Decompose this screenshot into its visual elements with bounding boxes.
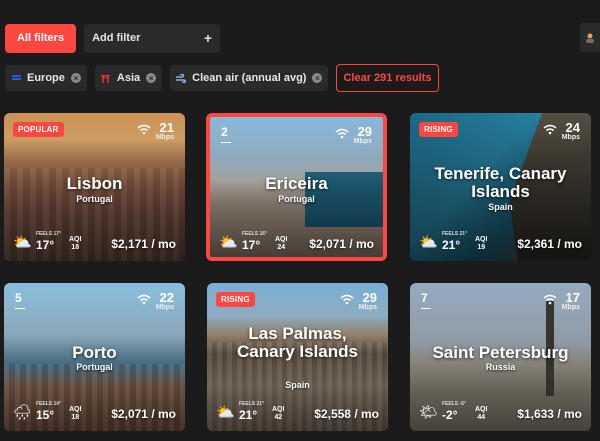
cost-of-living: $2,558 / mo	[314, 407, 379, 421]
wifi-icon	[335, 128, 349, 139]
cost-of-living: $1,633 / mo	[517, 407, 582, 421]
card-footer: ⛅ FEELS 21° 21° AQI 19 $2,361 / mo	[419, 231, 582, 252]
temperature: 21°	[239, 408, 258, 422]
filter-chip-clean-air[interactable]: Clean air (annual avg) ×	[170, 65, 329, 91]
wifi-speed: 22 Mbps	[137, 291, 174, 311]
wifi-icon	[543, 294, 557, 305]
country-name: Portugal	[76, 362, 113, 372]
add-filter-label: Add filter	[92, 32, 141, 44]
city-card-saint-petersburg[interactable]: 7 17 Mbps Saint Petersburg Russia 🌤 FEEL…	[410, 283, 591, 431]
rank-number: 7	[421, 291, 431, 309]
partly-cloudy-icon: ⛅	[219, 234, 238, 251]
city-card-porto[interactable]: 5 22 Mbps Porto Portugal 🌧 FEELS 14° 15°…	[4, 283, 185, 431]
cost-of-living: $2,361 / mo	[517, 237, 582, 251]
cost-of-living: $2,071 / mo	[309, 237, 374, 251]
clear-results-button[interactable]: Clear 291 results	[336, 64, 439, 92]
tag-badge: RISING	[419, 122, 458, 137]
wifi-icon	[137, 124, 151, 135]
partly-cloudy-icon: ⛅	[419, 234, 438, 251]
card-footer: ⛅ FEELS 16° 17° AQI 24 $2,071 / mo	[219, 231, 374, 252]
aqi: AQI 18	[69, 236, 82, 251]
aqi: AQI 42	[272, 406, 285, 421]
city-card-ericeira[interactable]: 2 29 Mbps Ericeira Portugal ⛅ FEELS 16° …	[206, 113, 387, 261]
card-footer: 🌧 FEELS 14° 15° AQI 18 $2,071 / mo	[13, 401, 176, 422]
wifi-icon	[137, 294, 151, 305]
temperature: 17°	[242, 238, 261, 252]
filter-chip-asia[interactable]: Asia ×	[94, 65, 163, 91]
city-name: Porto	[72, 343, 117, 362]
wifi-speed: 29 Mbps	[340, 291, 377, 311]
country-name: Portugal	[278, 194, 315, 204]
tag-badge: RISING	[216, 292, 255, 307]
city-name: Saint Petersburg	[432, 343, 569, 362]
wifi-speed: 24 Mbps	[543, 121, 580, 141]
filter-chip-label: Asia	[116, 72, 141, 84]
asia-gate-icon	[101, 73, 111, 83]
temperature: 21°	[442, 238, 461, 252]
partly-cloudy-icon: ⛅	[13, 234, 32, 251]
temperature: -2°	[442, 408, 458, 422]
cost-of-living: $2,071 / mo	[111, 407, 176, 421]
all-filters-button[interactable]: All filters	[5, 23, 77, 53]
toolbar: All filters Add filter +	[5, 23, 221, 53]
country-name: Russia	[485, 362, 516, 372]
add-filter-button[interactable]: Add filter +	[84, 23, 221, 53]
city-card-las-palmas[interactable]: RISING 29 Mbps Las Palmas, Canary Island…	[207, 283, 388, 431]
plus-icon: +	[203, 30, 213, 46]
city-name: Ericeira	[265, 174, 328, 193]
aqi: AQI 24	[275, 236, 288, 251]
aqi: AQI 18	[69, 406, 82, 421]
card-footer: ⛅ FEELS 21° 21° AQI 42 $2,558 / mo	[216, 401, 379, 422]
temperature: 17°	[36, 238, 55, 252]
country-name: Spain	[488, 202, 513, 212]
user-menu-icon[interactable]	[580, 23, 600, 52]
wifi-speed: 29 Mbps	[335, 125, 372, 145]
remove-filter-icon[interactable]: ×	[312, 73, 323, 83]
city-card-lisbon[interactable]: POPULAR 21 Mbps Lisbon Portugal ⛅ FEELS …	[4, 113, 185, 261]
city-card-tenerife[interactable]: RISING 24 Mbps Tenerife, Canary Islands …	[410, 113, 591, 261]
country-name: Spain	[285, 380, 310, 390]
rank-number: 2	[221, 125, 231, 143]
aqi: AQI 44	[475, 406, 488, 421]
wind-icon	[176, 73, 186, 83]
tag-badge: POPULAR	[13, 122, 64, 137]
partly-sunny-icon: 🌤	[419, 404, 439, 421]
country-name: Portugal	[76, 194, 113, 204]
city-name: Lisbon	[66, 174, 123, 193]
wifi-speed: 21 Mbps	[137, 121, 174, 141]
wifi-icon	[543, 124, 557, 135]
rain-cloud-icon: 🌧	[13, 404, 33, 421]
remove-filter-icon[interactable]: ×	[70, 73, 81, 83]
filter-chip-label: Europe	[27, 72, 65, 84]
card-footer: 🌤 FEELS -5° -2° AQI 44 $1,633 / mo	[419, 401, 582, 422]
city-name: Tenerife, Canary Islands	[434, 164, 567, 201]
partly-cloudy-icon: ⛅	[216, 404, 235, 421]
wifi-speed: 17 Mbps	[543, 291, 580, 311]
temperature: 15°	[36, 408, 55, 422]
active-filters: Europe × Asia × Clean air (annual avg) ×…	[5, 64, 439, 92]
city-name: Las Palmas, Canary Islands	[237, 324, 358, 361]
filter-chip-europe[interactable]: Europe ×	[5, 65, 87, 91]
filter-chip-label: Clean air (annual avg)	[192, 72, 307, 84]
europe-flag-icon	[11, 73, 21, 83]
remove-filter-icon[interactable]: ×	[146, 73, 157, 83]
card-footer: ⛅ FEELS 17° 17° AQI 18 $2,171 / mo	[13, 231, 176, 252]
cost-of-living: $2,171 / mo	[111, 237, 176, 251]
rank-number: 5	[15, 291, 25, 309]
aqi: AQI 19	[475, 236, 488, 251]
wifi-icon	[340, 294, 354, 305]
